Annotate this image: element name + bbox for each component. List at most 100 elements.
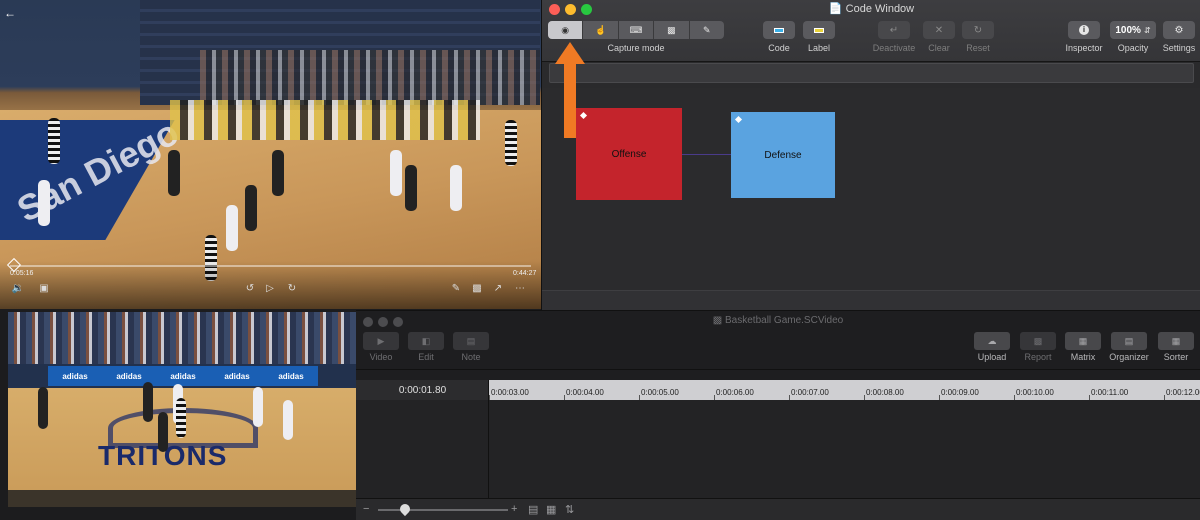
pencil-icon[interactable]: ✎	[690, 21, 724, 39]
total-time: 0:44:27	[513, 270, 537, 277]
referee	[505, 120, 517, 166]
video-icon: ▶	[377, 335, 385, 346]
inspector-button[interactable]: i	[1068, 21, 1100, 39]
referee	[48, 118, 60, 164]
timeline-ruler[interactable]: 0:00:03.00 0:00:04.00 0:00:05.00 0:00:06…	[489, 380, 1200, 400]
ruler-tick-label: 0:00:09.00	[941, 388, 979, 397]
code-canvas[interactable]: Offense Defense	[542, 88, 1200, 290]
code-button-label: Offense	[611, 148, 647, 160]
upload-button[interactable]: ☁	[974, 332, 1010, 350]
label-button[interactable]	[803, 21, 835, 39]
forward-icon[interactable]: ↻	[284, 283, 300, 294]
ruler-tick-label: 0:00:04.00	[566, 388, 604, 397]
ruler-tick-label: 0:00:06.00	[716, 388, 754, 397]
diamond-icon	[734, 115, 743, 124]
deactivate-icon: ↵	[889, 24, 899, 36]
matrix-label: Matrix	[1070, 352, 1096, 362]
code-button-defense[interactable]: Defense	[731, 112, 835, 198]
organizer-button[interactable]: ▤	[1111, 332, 1147, 350]
opacity-value: 100%	[1115, 24, 1141, 36]
deactivate-button[interactable]: ↵	[878, 21, 910, 39]
ruler-tick-label: 0:00:12.00	[1166, 388, 1200, 397]
edit-icon[interactable]: ✎	[448, 283, 464, 294]
code-icon	[774, 27, 784, 33]
volume-icon[interactable]: 🔉	[10, 283, 26, 294]
adboard-text: adidas	[62, 371, 88, 381]
settings-button[interactable]: ⚙	[1163, 21, 1195, 39]
current-time-display: 0:00:01.80	[356, 380, 489, 400]
player	[168, 150, 180, 196]
team-bench	[170, 100, 480, 140]
adidas-adboard: adidas adidas adidas adidas adidas	[48, 366, 318, 386]
secondary-video-player[interactable]: adidas adidas adidas adidas adidas TRITO…	[8, 312, 356, 507]
code-button[interactable]	[763, 21, 795, 39]
rewind-icon[interactable]: ↺	[242, 283, 258, 294]
player	[158, 412, 168, 452]
matrix-button[interactable]: ▦	[1065, 332, 1101, 350]
report-icon: ▩	[1033, 335, 1043, 346]
zoom-slider-knob[interactable]	[397, 501, 413, 517]
clear-button[interactable]: ✕	[923, 21, 955, 39]
opacity-stepper[interactable]: 100% ⇵	[1110, 21, 1156, 39]
report-label: Report	[1024, 352, 1052, 362]
crowd	[200, 50, 540, 105]
zoom-slider[interactable]	[378, 509, 508, 511]
player	[405, 165, 417, 211]
stepper-icon: ⇵	[1143, 25, 1151, 35]
organizer-icon: ▤	[1124, 335, 1134, 346]
note-button[interactable]: ▤	[453, 332, 489, 350]
edit-button[interactable]: ◧	[408, 332, 444, 350]
adboard-text: adidas	[170, 371, 196, 381]
ruler-tick-label: 0:00:03.00	[491, 388, 529, 397]
code-window-toolbar: 📄 Code Window ◉ ☝ ⌨ ▩ ✎ Capture mode Cod…	[542, 0, 1200, 62]
timeline-tracks[interactable]	[356, 400, 1200, 498]
track-stack-icon[interactable]: ▦	[546, 503, 556, 516]
reset-button[interactable]: ↻	[962, 21, 994, 39]
sorter-button[interactable]: ▦	[1158, 332, 1194, 350]
adboard-text: adidas	[224, 371, 250, 381]
sorter-label: Sorter	[1163, 352, 1189, 362]
organizer-label: Organizer	[1109, 352, 1149, 362]
referee	[176, 398, 186, 438]
bar-chart-icon[interactable]: ▩	[654, 21, 690, 39]
video-camera-icon[interactable]: ◉	[548, 21, 584, 39]
video-scrubber[interactable]	[10, 265, 531, 267]
code-button-label: Defense	[764, 149, 802, 161]
code-filter-bar[interactable]	[549, 63, 1194, 83]
player	[283, 400, 293, 440]
clear-label: Clear	[928, 43, 950, 53]
scvideo-window: ▩ Basketball Game.SCVideo ▶ Video ◧ Edit…	[356, 310, 1200, 520]
ruler-tick-label: 0:00:11.00	[1091, 388, 1129, 397]
report-button[interactable]: ▩	[1020, 332, 1056, 350]
video-button[interactable]: ▶	[363, 332, 399, 350]
back-icon[interactable]: ←	[4, 6, 16, 20]
play-icon[interactable]: ▷	[262, 283, 278, 294]
track-layout-icon[interactable]: ▤	[528, 503, 538, 516]
courtside-row	[8, 490, 356, 507]
track-header-divider	[488, 380, 489, 498]
capture-mode-segmented-control[interactable]: ◉ ☝ ⌨ ▩ ✎	[548, 21, 724, 39]
label-icon	[814, 27, 824, 33]
edit-icon: ◧	[421, 335, 431, 346]
fullscreen-icon[interactable]: ↗	[490, 283, 506, 294]
settings-label: Settings	[1162, 43, 1196, 53]
elapsed-time: 0:05:16	[10, 270, 34, 277]
pip-icon[interactable]: ▩	[469, 283, 485, 294]
close-x-icon: ✕	[934, 24, 944, 36]
zoom-in-icon[interactable]: +	[511, 503, 517, 515]
zoom-out-icon[interactable]: −	[363, 503, 369, 515]
sort-icon[interactable]: ⇅	[565, 503, 574, 516]
inspector-label: Inspector	[1065, 43, 1103, 53]
main-video-player[interactable]: San Diego ← 0:05:16 0:44:27 🔉 ▣ ↺ ▷ ↻ ✎ …	[0, 0, 541, 309]
hand-pointer-icon[interactable]: ☝	[583, 21, 619, 39]
window-title: 📄 Code Window	[828, 3, 915, 15]
code-button-offense[interactable]: Offense	[576, 108, 682, 200]
matrix-icon: ▦	[1078, 335, 1088, 346]
more-icon[interactable]: ⋯	[512, 283, 528, 294]
adboard-text: adidas	[278, 371, 304, 381]
keyboard-icon[interactable]: ⌨	[619, 21, 655, 39]
reset-label: Reset	[966, 43, 990, 53]
subtitles-icon[interactable]: ▣	[36, 283, 52, 294]
document-icon: 📄	[828, 3, 843, 15]
player	[38, 387, 48, 429]
